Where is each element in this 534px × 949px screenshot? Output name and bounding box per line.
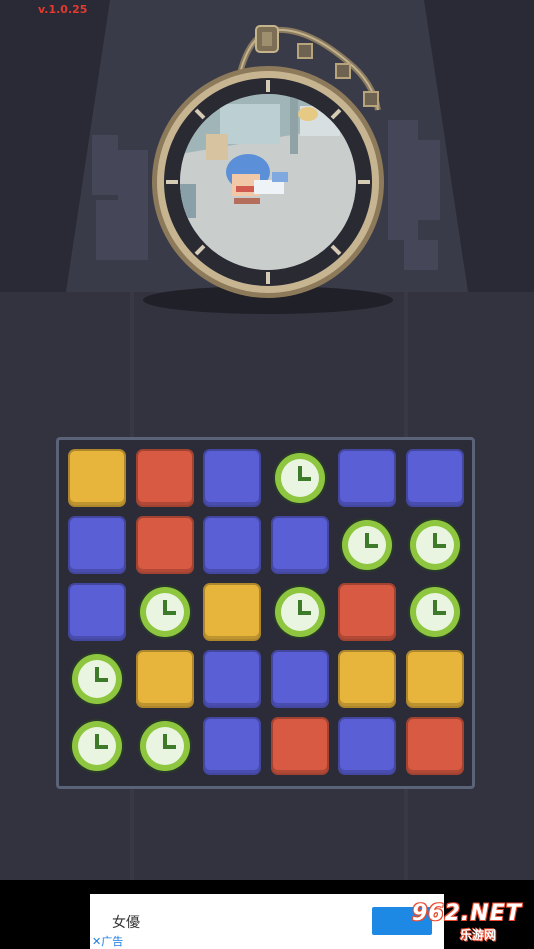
clock-icon [70,719,124,773]
clock-icon [272,585,327,639]
version-label: v.1.0.25 [38,3,88,16]
clock-icon [407,585,462,639]
blue-block-tile[interactable] [203,717,261,775]
close-icon[interactable]: ✕ [92,935,101,948]
clock-tile[interactable] [406,516,464,574]
watermark-sub: 乐游网 [460,928,497,942]
yellow-block-tile[interactable] [203,583,261,641]
pixel-building [418,140,440,220]
pocket-watch-icon [152,66,384,298]
blue-block-tile[interactable] [405,449,464,507]
red-block-tile[interactable] [135,449,194,507]
clock-icon [70,652,124,706]
yellow-block-tile[interactable] [68,449,126,507]
clock-icon [407,518,462,572]
blue-block-tile[interactable] [338,449,396,507]
blue-block-tile[interactable] [203,650,261,708]
red-block-tile[interactable] [135,516,194,574]
blue-block-tile[interactable] [203,449,261,507]
clock-tile[interactable] [406,583,464,641]
clock-icon [137,585,192,639]
yellow-block-tile[interactable] [135,650,194,708]
yellow-block-tile[interactable] [405,650,464,708]
red-block-tile[interactable] [270,717,329,775]
blue-block-tile[interactable] [68,516,126,574]
pixel-building [118,150,148,260]
game-screen: v.1.0.25 [0,0,534,880]
clock-tile[interactable] [136,717,194,775]
clock-tile[interactable] [68,650,126,708]
blue-block-tile[interactable] [203,516,261,574]
clock-tile[interactable] [271,449,329,507]
puzzle-board [56,437,475,789]
clock-tile[interactable] [68,717,126,775]
pixel-building [92,135,118,195]
clock-tile[interactable] [136,583,194,641]
pixel-building [388,120,418,240]
pixel-building [404,240,438,270]
blue-block-tile[interactable] [68,583,126,641]
clock-tile[interactable] [271,583,329,641]
blue-block-tile[interactable] [338,717,396,775]
blue-block-tile[interactable] [270,516,329,574]
pixel-building [96,200,118,260]
ad-title[interactable]: 女優 [112,912,140,932]
ad-label[interactable]: ✕广告 [92,933,123,949]
clock-icon [272,451,327,505]
clock-icon [340,518,394,572]
yellow-block-tile[interactable] [338,650,396,708]
red-block-tile[interactable] [405,717,464,775]
clock-tile[interactable] [338,516,396,574]
red-block-tile[interactable] [338,583,396,641]
watermark-logo: 962.NET [412,901,522,926]
blue-block-tile[interactable] [270,650,329,708]
clock-icon [137,719,192,773]
